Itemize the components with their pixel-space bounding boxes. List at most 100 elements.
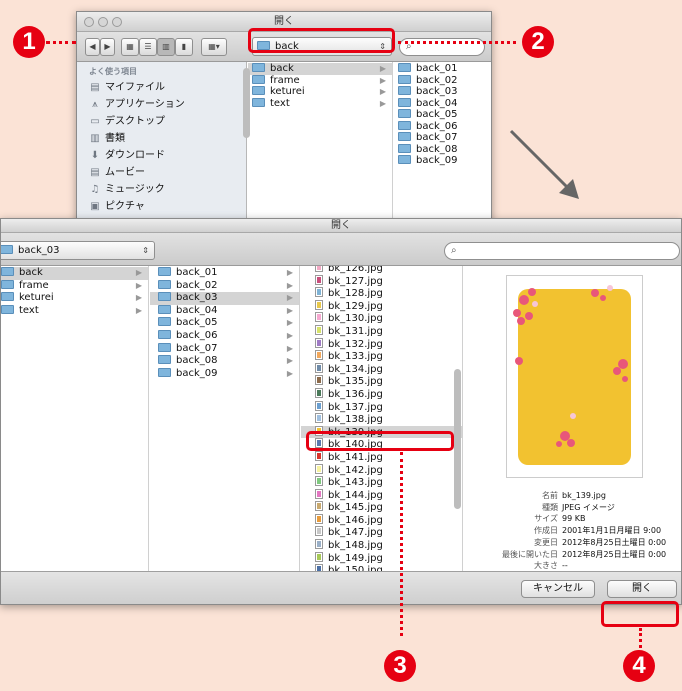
search-icon: ⌕: [451, 245, 457, 256]
info-value: 2012年8月25日土曜日 0:00: [562, 537, 667, 547]
folder-label: keturei: [270, 86, 305, 97]
folder-row[interactable]: back_05 ▶: [150, 317, 299, 330]
folder-row[interactable]: text ▶: [1, 304, 148, 318]
folder-row[interactable]: back_04: [394, 97, 491, 110]
list-view-button[interactable]: ☰: [139, 38, 157, 56]
folder-row[interactable]: keturei ▶: [1, 292, 148, 305]
cancel-button[interactable]: キャンセル: [521, 580, 595, 598]
folder-row[interactable]: back_02: [394, 74, 491, 87]
sidebar-item[interactable]: ⩚ アプリケーション: [77, 96, 246, 113]
jpg-file-icon: [315, 387, 323, 398]
preview-thumbnail: [506, 275, 643, 478]
folder-row[interactable]: back_03 ▶: [150, 292, 299, 305]
file-row[interactable]: bk_142.jpg: [301, 463, 462, 477]
file-row[interactable]: bk_144.jpg: [301, 488, 462, 502]
minimize-window-button[interactable]: [98, 17, 108, 27]
folder-label: back_09: [416, 155, 458, 166]
file-row[interactable]: bk_149.jpg: [301, 551, 462, 565]
icon-view-button[interactable]: ▦: [121, 38, 139, 56]
sidebar-item[interactable]: ♫ ミュージック: [77, 181, 246, 198]
file-row[interactable]: bk_129.jpg: [301, 299, 462, 313]
folder-row[interactable]: back_06: [394, 120, 491, 133]
folder-row[interactable]: back_01: [394, 63, 491, 75]
sidebar-item[interactable]: ▣ ピクチャ: [77, 198, 246, 215]
folder-row[interactable]: back_06 ▶: [150, 329, 299, 343]
folder-icon: [158, 292, 171, 302]
column-1-scrollbar[interactable]: [243, 68, 250, 138]
file-row[interactable]: bk_141.jpg: [301, 450, 462, 464]
file-row[interactable]: bk_132.jpg: [301, 337, 462, 351]
sidebar-item[interactable]: ▭ デスクトップ: [77, 113, 246, 130]
forward-nav-button[interactable]: ▶: [100, 38, 115, 56]
open-button[interactable]: 開く: [607, 580, 677, 598]
path-popup[interactable]: back_03 ⇕: [1, 241, 155, 260]
search-field[interactable]: ⌕: [444, 242, 680, 260]
folder-icon: [158, 367, 171, 377]
folder-row[interactable]: back_09: [394, 155, 491, 167]
folder-row[interactable]: text ▶: [248, 97, 392, 110]
file-row[interactable]: bk_148.jpg: [301, 539, 462, 552]
folder-row[interactable]: back_05: [394, 109, 491, 121]
folder-label: back_02: [176, 279, 218, 291]
file-row[interactable]: bk_135.jpg: [301, 375, 462, 388]
folder-icon: [398, 86, 411, 95]
column-1: back ▶ frame ▶ keturei ▶ text ▶: [248, 62, 393, 230]
file-label: bk_131.jpg: [328, 325, 383, 337]
info-row: 最後に開いた日 2012年8月25日土曜日 0:00: [472, 549, 666, 561]
folder-row[interactable]: back_07: [394, 132, 491, 144]
folder-row[interactable]: frame ▶: [248, 74, 392, 87]
folder-row[interactable]: back_04 ▶: [150, 304, 299, 318]
folder-row[interactable]: back_03: [394, 86, 491, 98]
back-nav-button[interactable]: ◀: [85, 38, 100, 56]
folder-row[interactable]: keturei ▶: [248, 86, 392, 98]
chevron-right-icon: ▶: [286, 280, 293, 290]
file-row[interactable]: bk_137.jpg: [301, 400, 462, 414]
folder-row[interactable]: back_08: [394, 143, 491, 156]
folder-row[interactable]: back_02 ▶: [150, 279, 299, 293]
coverflow-view-button[interactable]: ▮: [175, 38, 193, 56]
arrange-button[interactable]: ▦▾: [201, 38, 227, 56]
chevron-right-icon: ▶: [286, 368, 293, 378]
file-row[interactable]: bk_147.jpg: [301, 526, 462, 539]
folder-row[interactable]: back_08 ▶: [150, 355, 299, 368]
chevron-right-icon: ▶: [286, 305, 293, 315]
file-row[interactable]: bk_145.jpg: [301, 501, 462, 514]
folder-row[interactable]: back_07 ▶: [150, 342, 299, 356]
file-row[interactable]: bk_134.jpg: [301, 362, 462, 376]
pictures-icon: ▣: [90, 201, 100, 212]
zoom-window-button[interactable]: [112, 17, 122, 27]
sidebar-item[interactable]: ⬇ ダウンロード: [77, 147, 246, 164]
sidebar-item[interactable]: ▤ マイファイル: [77, 79, 246, 96]
folder-row[interactable]: back_01 ▶: [150, 267, 299, 280]
file-row[interactable]: bk_131.jpg: [301, 324, 462, 338]
open-dialog: 開く back_03 ⇕ ⌕ back ▶ frame ▶ keturei ▶ text ▶ …: [0, 218, 682, 605]
folder-row[interactable]: back ▶: [1, 267, 148, 280]
sidebar-item-label: ミュージック: [105, 184, 165, 195]
folder-row[interactable]: back ▶: [248, 63, 392, 75]
info-value: JPEG イメージ: [562, 502, 615, 512]
sidebar-item[interactable]: ▤ ムービー: [77, 164, 246, 181]
file-row[interactable]: bk_130.jpg: [301, 312, 462, 325]
file-row[interactable]: bk_143.jpg: [301, 476, 462, 489]
close-window-button[interactable]: [84, 17, 94, 27]
folder-row[interactable]: back_09 ▶: [150, 367, 299, 381]
file-label: bk_129.jpg: [328, 300, 383, 312]
folder-icon: [398, 143, 411, 153]
file-row[interactable]: bk_133.jpg: [301, 350, 462, 363]
folder-label: back_04: [416, 97, 458, 109]
file-column-scrollbar[interactable]: [454, 369, 461, 509]
file-label: bk_146.jpg: [328, 514, 383, 526]
file-row[interactable]: bk_126.jpg: [301, 266, 462, 275]
file-row[interactable]: bk_128.jpg: [301, 287, 462, 300]
folder-row[interactable]: frame ▶: [1, 279, 148, 293]
chevron-right-icon: ▶: [379, 87, 386, 96]
selected-file-highlight: [306, 431, 454, 451]
file-row[interactable]: bk_138.jpg: [301, 413, 462, 426]
file-row[interactable]: bk_127.jpg: [301, 274, 462, 288]
file-row[interactable]: bk_146.jpg: [301, 513, 462, 527]
file-row[interactable]: bk_136.jpg: [301, 387, 462, 401]
folder-icon: [158, 279, 171, 289]
sidebar-item[interactable]: ▥ 書類: [77, 130, 246, 147]
callout-2-leader: [398, 41, 516, 44]
column-view-button[interactable]: ▥: [157, 38, 175, 56]
